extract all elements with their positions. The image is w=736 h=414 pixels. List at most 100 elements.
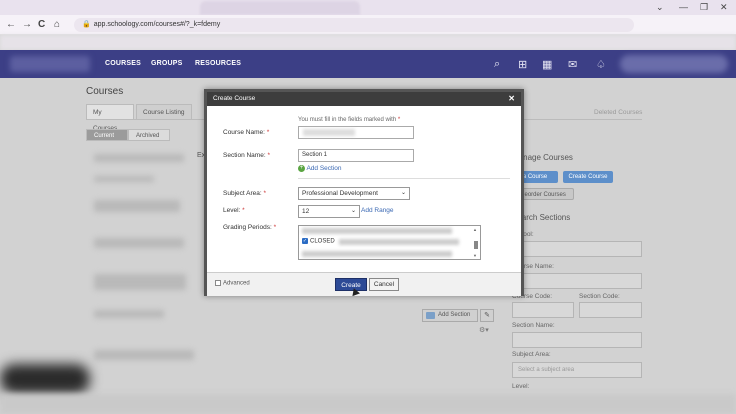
- section-name-input[interactable]: [512, 332, 642, 348]
- nav-courses[interactable]: COURSES: [105, 60, 141, 67]
- advanced-checkbox[interactable]: Advanced: [215, 280, 250, 287]
- nav-groups[interactable]: GROUPS: [151, 60, 183, 67]
- required-star: *: [263, 190, 267, 197]
- dialog-header: Create Course ✕: [207, 92, 521, 106]
- archived-toggle[interactable]: Archived: [128, 129, 170, 141]
- course-row-blur[interactable]: [94, 350, 194, 360]
- gear-icon[interactable]: ⚙▾: [479, 326, 489, 334]
- url-text: app.schoology.com/courses#/?_k=fdemy: [93, 21, 221, 28]
- taskbar: [0, 394, 736, 414]
- app-navbar: COURSES GROUPS RESOURCES ⌕ ⊞ ▦ ✉ ♤: [0, 50, 736, 78]
- bell-icon[interactable]: ♤: [596, 58, 606, 71]
- required-star: *: [266, 129, 270, 136]
- grading-period-blur: [339, 239, 459, 245]
- course-row-blur[interactable]: [94, 154, 184, 162]
- chevron-down-icon: ⌄: [350, 208, 356, 214]
- level-label: Level: *: [223, 207, 245, 214]
- course-row-blur[interactable]: [94, 238, 184, 248]
- checkbox-checked-icon[interactable]: ✓: [302, 238, 308, 244]
- checkbox-icon[interactable]: [215, 280, 221, 286]
- nav-resources[interactable]: RESOURCES: [195, 60, 241, 67]
- chevron-down-icon[interactable]: ⌄: [656, 2, 664, 13]
- course-name-input[interactable]: [512, 273, 642, 289]
- maximize-icon[interactable]: ❐: [700, 2, 708, 13]
- overlay-blur: [0, 364, 90, 394]
- section-code-input[interactable]: [579, 302, 642, 318]
- browser-tab[interactable]: [200, 1, 360, 15]
- required-star: *: [267, 152, 270, 159]
- close-icon[interactable]: ✕: [508, 92, 515, 106]
- level-label-text: Level:: [223, 207, 241, 214]
- reload-icon[interactable]: C: [38, 19, 45, 30]
- grading-periods-label: Grading Periods: *: [223, 224, 276, 231]
- add-range-link[interactable]: Add Range: [361, 207, 394, 214]
- create-course-dialog: Create Course ✕ You must fill in the fie…: [204, 89, 524, 297]
- add-section-button[interactable]: Add Section: [422, 309, 478, 322]
- deleted-courses-link[interactable]: Deleted Courses: [594, 109, 642, 116]
- section-name-label: Section Name:: [512, 322, 555, 329]
- tab-course-listing[interactable]: Course Listing: [136, 104, 192, 120]
- add-section-link[interactable]: + Add Section: [298, 165, 342, 172]
- tab-my-courses[interactable]: My Courses: [86, 104, 134, 132]
- dialog-footer: Advanced Create Cancel: [207, 272, 521, 297]
- course-code-input[interactable]: [512, 302, 574, 318]
- course-name-label: Course Name: *: [223, 129, 269, 136]
- subject-area-label-text: Subject Area:: [223, 190, 262, 197]
- logo[interactable]: [10, 56, 90, 72]
- advanced-label: Advanced: [223, 280, 250, 287]
- subject-area-select[interactable]: Select a subject area: [512, 362, 642, 378]
- minimize-icon[interactable]: —: [679, 2, 688, 12]
- section-name-field[interactable]: Section 1: [298, 149, 414, 162]
- course-row-blur: [94, 176, 154, 182]
- grading-period-blur: [302, 228, 452, 234]
- user-menu[interactable]: [620, 55, 728, 73]
- required-star: *: [273, 224, 277, 231]
- section-code-label: Section Code:: [579, 293, 620, 300]
- course-row-blur[interactable]: [94, 200, 180, 212]
- section-name-label: Section Name: *: [223, 152, 270, 159]
- back-icon[interactable]: ←: [6, 19, 16, 30]
- plus-icon: +: [298, 165, 305, 172]
- url-field[interactable]: 🔒 app.schoology.com/courses#/?_k=fdemy: [74, 18, 634, 32]
- level-label: Level:: [512, 383, 530, 390]
- create-course-button[interactable]: Create Course: [563, 171, 613, 183]
- redacted-value: [303, 129, 355, 136]
- required-note-text: You must fill in the fields marked with: [298, 117, 397, 123]
- grid-icon[interactable]: ⊞: [518, 58, 527, 71]
- forward-icon[interactable]: →: [22, 19, 32, 30]
- required-star: *: [397, 117, 401, 123]
- scroll-thumb[interactable]: [474, 241, 478, 249]
- level-select[interactable]: 12 ⌄: [298, 205, 360, 218]
- address-bar-row: ← → C ⌂ 🔒 app.schoology.com/courses#/?_k=…: [0, 15, 736, 35]
- search-icon[interactable]: ⌕: [494, 58, 500, 71]
- required-star: *: [242, 207, 245, 214]
- add-section-link-text: Add Section: [306, 165, 342, 173]
- subject-area-label: Subject Area: *: [223, 190, 266, 197]
- lock-icon: 🔒: [82, 21, 91, 28]
- subject-area-select[interactable]: Professional Development ⌄: [298, 187, 410, 200]
- grading-period-blur: [302, 251, 452, 257]
- course-name-field[interactable]: [298, 126, 414, 139]
- course-row-blur[interactable]: [94, 274, 186, 290]
- grading-periods-list[interactable]: ✓ CLOSED ▲ ▼: [298, 225, 481, 260]
- add-section-icon: [426, 312, 435, 319]
- scroll-up-icon[interactable]: ▲: [473, 227, 477, 232]
- scrollbar[interactable]: ▲ ▼: [473, 227, 479, 258]
- course-row-blur[interactable]: [94, 310, 164, 318]
- scroll-down-icon[interactable]: ▼: [473, 253, 477, 258]
- browser-tabstrip: ⌄ — ❐ ✕: [0, 0, 736, 15]
- grading-period-closed-label: CLOSED: [310, 238, 335, 245]
- calendar-icon[interactable]: ▦: [542, 58, 552, 71]
- home-icon[interactable]: ⌂: [54, 19, 60, 30]
- add-section-label: Add Section: [438, 312, 471, 318]
- close-window-icon[interactable]: ✕: [720, 2, 728, 13]
- mail-icon[interactable]: ✉: [568, 58, 577, 71]
- school-input[interactable]: [512, 241, 642, 257]
- grading-period-closed[interactable]: ✓ CLOSED: [302, 238, 335, 245]
- current-toggle[interactable]: Current: [86, 129, 128, 141]
- edit-icon[interactable]: ✎: [480, 309, 494, 322]
- section-name-label-text: Section Name:: [223, 152, 266, 159]
- chevron-down-icon: ⌄: [400, 190, 406, 196]
- required-note: You must fill in the fields marked with …: [298, 117, 400, 123]
- cancel-button[interactable]: Cancel: [369, 278, 399, 291]
